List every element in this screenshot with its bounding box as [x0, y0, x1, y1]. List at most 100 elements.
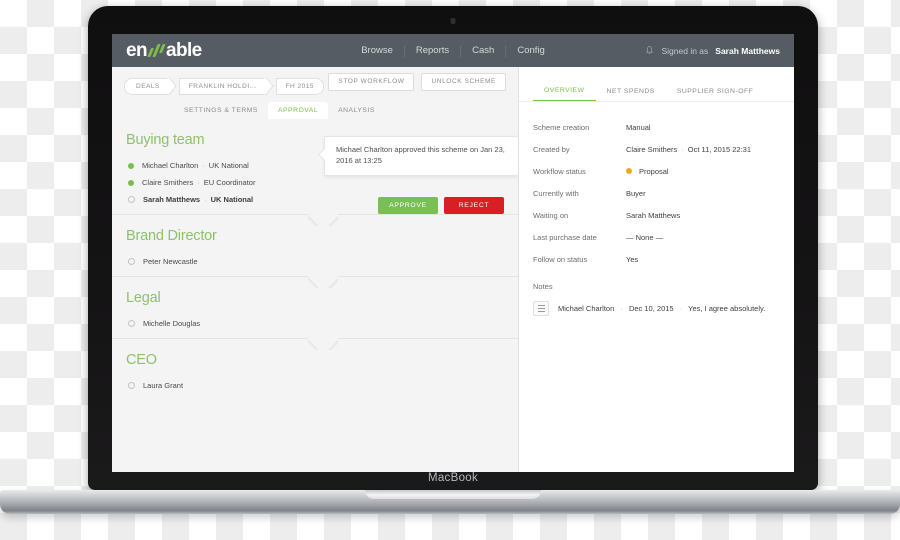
detail-row-currently-with: Currently with Buyer — [533, 182, 780, 204]
approver-row[interactable]: Peter Newcastle — [112, 253, 518, 270]
nav-item-cash[interactable]: Cash — [461, 44, 507, 57]
detail-label: Scheme creation — [533, 122, 590, 132]
status-dot-approved — [128, 179, 134, 186]
breadcrumb-item-company[interactable]: FRANKLIN HOLDI... — [178, 77, 267, 95]
detail-row-workflow-status: Workflow status Proposal — [533, 160, 780, 182]
tab-supplier-signoff[interactable]: SUPPLIER SIGN-OFF — [666, 82, 764, 101]
overview-panel: OVERVIEW NET SPENDS SUPPLIER SIGN-OFF Sc… — [518, 67, 794, 472]
detail-row-scheme-creation: Scheme creation Manual — [533, 116, 780, 138]
approver-name: Claire Smithers — [142, 178, 194, 187]
separator: · — [620, 304, 623, 313]
note-text: Yes, I agree absolutely. — [688, 304, 766, 313]
separator: · — [681, 144, 684, 154]
webcam-icon — [450, 18, 456, 24]
approval-actions: APPROVE REJECT — [378, 197, 504, 214]
breadcrumb-row: DEALS FRANKLIN HOLDI... FH 2015 STOP WOR… — [112, 67, 518, 101]
detail-row-follow-on-status: Follow on status Yes — [533, 248, 780, 270]
approver-name: Michael Charlton — [142, 161, 199, 170]
detail-row-waiting-on: Waiting on Sarah Matthews — [533, 204, 780, 226]
approval-section-buying-team: Buying team Michael Charlton · UK Nation… — [112, 119, 519, 214]
approver-role: EU Coordinator — [203, 178, 256, 187]
approval-tooltip: Michael Charlton approved this scheme on… — [324, 136, 519, 176]
section-notch-icon — [308, 276, 338, 288]
detail-label: Workflow status — [533, 166, 586, 176]
breadcrumb-item-scheme[interactable]: FH 2015 — [275, 77, 324, 95]
nav-item-reports[interactable]: Reports — [405, 44, 462, 57]
status-dot-pending — [128, 196, 135, 203]
laptop-mockup: MacBook en able Browse Reports Cash Conf… — [0, 6, 900, 514]
status-badge-dot — [626, 168, 632, 174]
reject-button[interactable]: REJECT — [444, 197, 504, 214]
section-title: Legal — [126, 290, 161, 306]
detail-label: Last purchase date — [533, 232, 597, 242]
tab-analysis[interactable]: ANALYSIS — [328, 102, 385, 119]
approval-sections: Buying team Michael Charlton · UK Nation… — [112, 119, 519, 400]
tab-overview[interactable]: OVERVIEW — [533, 81, 596, 101]
logo-prefix: en — [126, 40, 148, 61]
separator: · — [679, 304, 683, 313]
detail-label: Waiting on — [533, 210, 569, 220]
approver-row[interactable]: Claire Smithers · EU Coordinator — [112, 174, 518, 191]
list-icon — [533, 301, 549, 316]
note-author: Michael Charlton — [558, 304, 615, 313]
account-area[interactable]: Signed in as Sarah Matthews — [645, 46, 780, 56]
detail-value-date: Oct 11, 2015 22:31 — [687, 144, 752, 154]
app-body: DEALS FRANKLIN HOLDI... FH 2015 STOP WOR… — [112, 67, 794, 472]
app-header: en able Browse Reports Cash Config Signe… — [112, 34, 794, 67]
nav-item-browse[interactable]: Browse — [350, 44, 405, 57]
status-dot-pending — [128, 320, 135, 327]
approver-row[interactable]: Michelle Douglas — [112, 315, 518, 332]
approver-name: Michelle Douglas — [143, 319, 201, 328]
approver-role: UK National — [208, 161, 249, 170]
approval-section-ceo: CEO Laura Grant — [112, 338, 518, 400]
nav-item-config[interactable]: Config — [506, 45, 555, 57]
signed-in-prefix: Signed in as — [661, 45, 709, 56]
approver-name: Sarah Matthews — [143, 195, 201, 204]
overview-tabs: OVERVIEW NET SPENDS SUPPLIER SIGN-OFF — [519, 67, 794, 102]
approve-button[interactable]: APPROVE — [378, 197, 438, 214]
laptop-base-notch — [365, 490, 541, 499]
detail-value: Sarah Matthews — [626, 210, 681, 220]
approver-role: UK National — [210, 195, 254, 204]
section-title: CEO — [126, 352, 157, 368]
separator: · — [202, 161, 205, 170]
enable-logo-slashes-icon — [147, 44, 166, 57]
tab-net-spends[interactable]: NET SPENDS — [596, 82, 666, 101]
detail-value: Manual — [626, 122, 651, 132]
approver-name: Peter Newcastle — [143, 257, 198, 266]
status-dot-pending — [128, 258, 135, 265]
detail-value: Claire Smithers — [626, 144, 678, 154]
separator: · — [197, 178, 200, 187]
unlock-scheme-button[interactable]: UNLOCK SCHEME — [421, 73, 506, 91]
status-dot-approved — [128, 162, 134, 169]
macbook-label: MacBook — [427, 472, 479, 484]
detail-label: Created by — [533, 144, 570, 154]
detail-value: — None — — [626, 232, 664, 242]
separator: · — [204, 195, 207, 204]
app-screen: en able Browse Reports Cash Config Signe… — [112, 34, 794, 472]
approval-panel: DEALS FRANKLIN HOLDI... FH 2015 STOP WOR… — [112, 67, 519, 472]
detail-label: Currently with — [533, 188, 579, 198]
bell-icon[interactable] — [645, 45, 654, 56]
tab-approval[interactable]: APPROVAL — [267, 102, 329, 119]
approver-row[interactable]: Laura Grant — [112, 377, 518, 394]
overview-details: Scheme creation Manual Created by Claire… — [519, 102, 794, 316]
status-dot-pending — [128, 382, 135, 389]
enable-logo[interactable]: en able — [126, 41, 202, 60]
detail-value: Yes — [626, 254, 639, 264]
signed-in-user: Sarah Matthews — [715, 45, 780, 56]
stop-workflow-button[interactable]: STOP WORKFLOW — [328, 73, 415, 91]
note-row[interactable]: Michael Charlton · Dec 10, 2015 · Yes, I… — [533, 299, 780, 316]
tab-settings-terms[interactable]: SETTINGS & TERMS — [174, 102, 268, 119]
approver-name: Laura Grant — [143, 381, 184, 390]
detail-value: Proposal — [639, 166, 669, 176]
notes-heading: Notes — [533, 282, 553, 291]
workflow-actions: STOP WORKFLOW UNLOCK SCHEME — [328, 73, 506, 91]
breadcrumb-item-deals[interactable]: DEALS — [124, 77, 170, 95]
note-date: Dec 10, 2015 — [628, 304, 674, 313]
detail-row-last-purchase-date: Last purchase date — None — — [533, 226, 780, 248]
section-notch-icon — [308, 214, 338, 226]
section-notch-icon — [308, 338, 338, 350]
scheme-tabs: SETTINGS & TERMS APPROVAL ANALYSIS — [112, 101, 518, 119]
approval-section-brand-director: Brand Director Peter Newcastle — [112, 214, 518, 276]
